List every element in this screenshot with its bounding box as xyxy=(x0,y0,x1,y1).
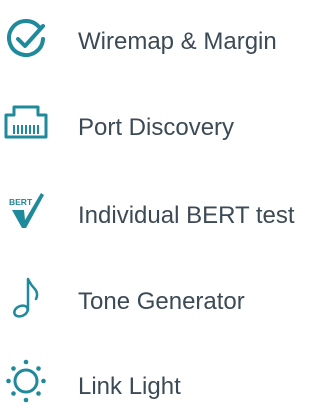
music-note-icon xyxy=(13,277,39,318)
menu-item-port-discovery[interactable]: Port Discovery xyxy=(0,97,331,161)
bert-check-icon: BERT xyxy=(9,193,44,228)
menu-item-label: Port Discovery xyxy=(78,114,235,141)
menu-item-link-light[interactable]: Link Light xyxy=(0,355,331,419)
menu-item-label: Tone Generator xyxy=(78,288,245,315)
ethernet-port-icon xyxy=(4,105,48,139)
menu-item-individual-bert-test[interactable]: BERT Individual BERT test xyxy=(0,184,331,248)
menu-item-label: Wiremap & Margin xyxy=(78,28,277,55)
menu-item-tone-generator[interactable]: Tone Generator xyxy=(0,270,331,334)
test-menu: Wiremap & Margin Port Discovery BERT Ind… xyxy=(0,0,331,412)
menu-item-label: Individual BERT test xyxy=(78,202,295,229)
menu-item-wiremap-margin[interactable]: Wiremap & Margin xyxy=(0,10,331,74)
light-sun-icon xyxy=(6,359,46,403)
checkmark-circle-icon xyxy=(7,19,45,57)
bert-icon-text: BERT xyxy=(9,197,33,207)
menu-item-label: Link Light xyxy=(78,373,181,400)
